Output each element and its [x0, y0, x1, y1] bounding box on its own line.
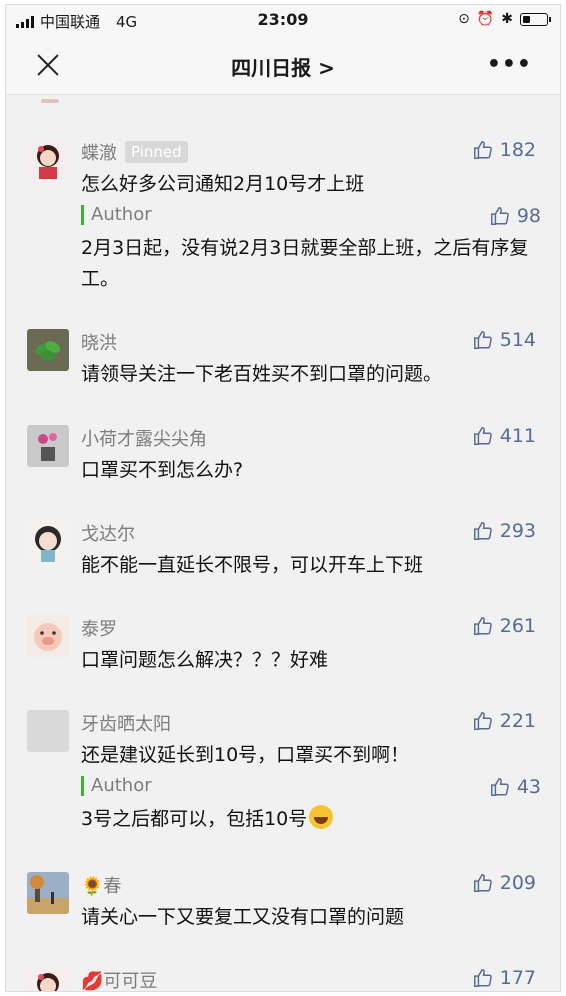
avatar[interactable] — [27, 329, 69, 371]
comment-author: 💋可可豆 — [81, 967, 158, 992]
reply-like-button[interactable]: 98 — [489, 205, 541, 227]
battery-icon — [520, 12, 551, 26]
like-button[interactable]: 411 — [472, 425, 536, 447]
author-name: 💋可可豆 — [81, 971, 158, 992]
like-button[interactable]: 221 — [472, 710, 536, 732]
comment-author: 牙齿晒太阳 — [81, 710, 171, 736]
account-title-link[interactable]: 四川日报 > — [6, 52, 560, 81]
thumbs-up-icon — [473, 874, 492, 892]
like-count: 261 — [499, 615, 536, 637]
like-count: 177 — [499, 967, 536, 989]
comment-author: 戈达尔 — [81, 520, 135, 546]
author-name: 晓洪 — [81, 333, 117, 354]
thumbs-up-icon — [473, 617, 492, 635]
thumbs-up-icon — [473, 969, 492, 987]
alarm-icon: ⏰ — [476, 11, 495, 27]
like-button[interactable]: 177 — [472, 967, 536, 989]
pinned-badge: Pinned — [125, 141, 188, 163]
more-dots-icon[interactable]: ••• — [487, 52, 532, 77]
comment-text: 还是建议延长到10号，口罩买不到啊！ — [81, 744, 410, 766]
avatar[interactable] — [27, 425, 69, 467]
avatar[interactable] — [27, 872, 69, 914]
author-reply-label: Author — [81, 205, 152, 225]
nav-bar: 四川日报 > ••• — [6, 35, 560, 95]
thumbs-up-icon — [473, 141, 492, 159]
thumbs-up-icon — [490, 778, 509, 796]
like-button[interactable]: 209 — [472, 872, 536, 894]
like-button[interactable]: 261 — [472, 615, 536, 637]
comment-author: 泰罗 — [81, 615, 117, 641]
avatar[interactable] — [27, 967, 69, 991]
thumbs-up-icon — [473, 522, 492, 540]
author-name: 蝶澈 — [81, 143, 117, 164]
avatar[interactable] — [27, 710, 69, 752]
like-count: 43 — [516, 776, 541, 798]
like-count: 221 — [499, 710, 536, 732]
reply-like-button[interactable]: 43 — [489, 776, 541, 798]
author-reply-label: Author — [81, 776, 152, 796]
comment-author: 晓洪 — [81, 329, 117, 355]
avatar[interactable] — [27, 615, 69, 657]
like-button[interactable]: 293 — [472, 520, 536, 542]
author-name: 泰罗 — [81, 619, 117, 640]
status-bar: 中国联通 4G 23:09 ⊙ ⏰ ✱ — [6, 5, 560, 35]
author-name: 🌻春 — [81, 876, 122, 897]
comment-text: 怎么好多公司通知2月10号才上班 — [81, 173, 365, 195]
previous-item-edge — [41, 99, 59, 103]
thumbs-up-icon — [473, 331, 492, 349]
like-count: 293 — [499, 520, 536, 542]
comment-text: 请关心一下又要复工又没有口罩的问题 — [81, 906, 405, 928]
thumbs-up-icon — [473, 712, 492, 730]
author-name: 戈达尔 — [81, 524, 135, 545]
rotation-lock-icon: ⊙ — [458, 11, 470, 27]
comment-text: 口罩问题怎么解决？？？好难 — [81, 649, 329, 671]
like-count: 209 — [499, 872, 536, 894]
like-count: 98 — [516, 205, 541, 227]
battery-fill — [523, 15, 530, 23]
reply-text: 2月3日起，没有说2月3日就要全部上班，之后有序复工。 — [81, 237, 529, 290]
comment-author: 小荷才露尖尖角 — [81, 425, 207, 451]
like-button[interactable]: 182 — [472, 139, 536, 161]
thumbs-up-icon — [473, 427, 492, 445]
avatar[interactable] — [27, 139, 69, 181]
comment-text: 能不能一直延长不限号，可以开车上下班 — [81, 554, 424, 576]
like-count: 411 — [499, 425, 536, 447]
reply-text-line: 3号之后都可以，包括10号 — [81, 804, 531, 835]
comment-author: 蝶澈 Pinned — [81, 139, 188, 165]
app-frame: 中国联通 4G 23:09 ⊙ ⏰ ✱ 四川日报 > ••• 蝶澈 Pinned — [5, 4, 561, 992]
like-count: 514 — [499, 329, 536, 351]
thumbs-up-icon — [490, 207, 509, 225]
avatar[interactable] — [27, 520, 69, 562]
comment-author: 🌻春 — [81, 872, 121, 898]
laughing-emoji-icon — [309, 805, 334, 829]
reply-text: 3号之后都可以，包括10号 — [81, 808, 308, 830]
author-name: 牙齿晒太阳 — [81, 714, 171, 735]
comment-text: 口罩买不到怎么办? — [81, 459, 244, 481]
status-right: ⊙ ⏰ ✱ — [458, 11, 551, 27]
comment-text: 请领导关注一下老百姓买不到口罩的问题。 — [81, 363, 443, 385]
author-name: 小荷才露尖尖角 — [81, 429, 207, 450]
like-button[interactable]: 514 — [472, 329, 536, 351]
like-count: 182 — [499, 139, 536, 161]
bluetooth-icon: ✱ — [501, 11, 513, 27]
